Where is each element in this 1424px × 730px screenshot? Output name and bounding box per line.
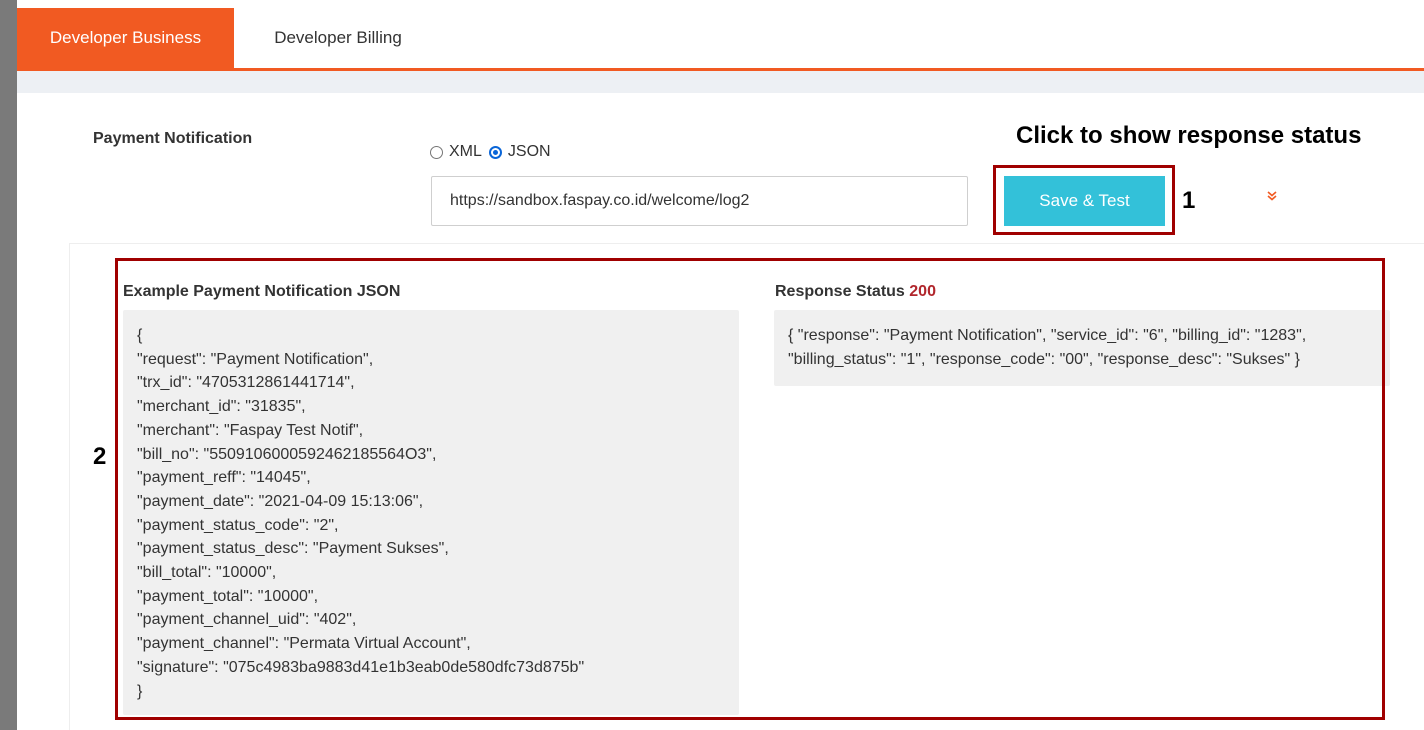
- tab-bar: Developer Business Developer Billing: [17, 8, 1424, 71]
- payment-notification-label: Payment Notification: [93, 130, 253, 147]
- save-test-button[interactable]: Save & Test: [1004, 176, 1165, 226]
- tab-developer-billing[interactable]: Developer Billing: [253, 8, 423, 68]
- tab-developer-business[interactable]: Developer Business: [17, 8, 234, 68]
- xml-radio[interactable]: [430, 145, 443, 159]
- json-radio-label[interactable]: JSON: [508, 143, 551, 161]
- notification-url-input[interactable]: [431, 176, 968, 226]
- top-strip: [17, 0, 1424, 4]
- annotation-step-2: 2: [93, 443, 107, 470]
- xml-radio-label[interactable]: XML: [449, 143, 482, 161]
- annotation-step-1: 1: [1182, 187, 1196, 214]
- annotation-title: Click to show response status: [1016, 122, 1362, 149]
- json-radio[interactable]: [488, 145, 502, 159]
- annotation-box-results: [115, 258, 1385, 720]
- format-radio-group: XML JSON: [430, 143, 558, 161]
- chevron-double-down-icon[interactable]: [1267, 189, 1277, 203]
- content-header-band: [17, 71, 1424, 93]
- left-rail: [0, 0, 17, 730]
